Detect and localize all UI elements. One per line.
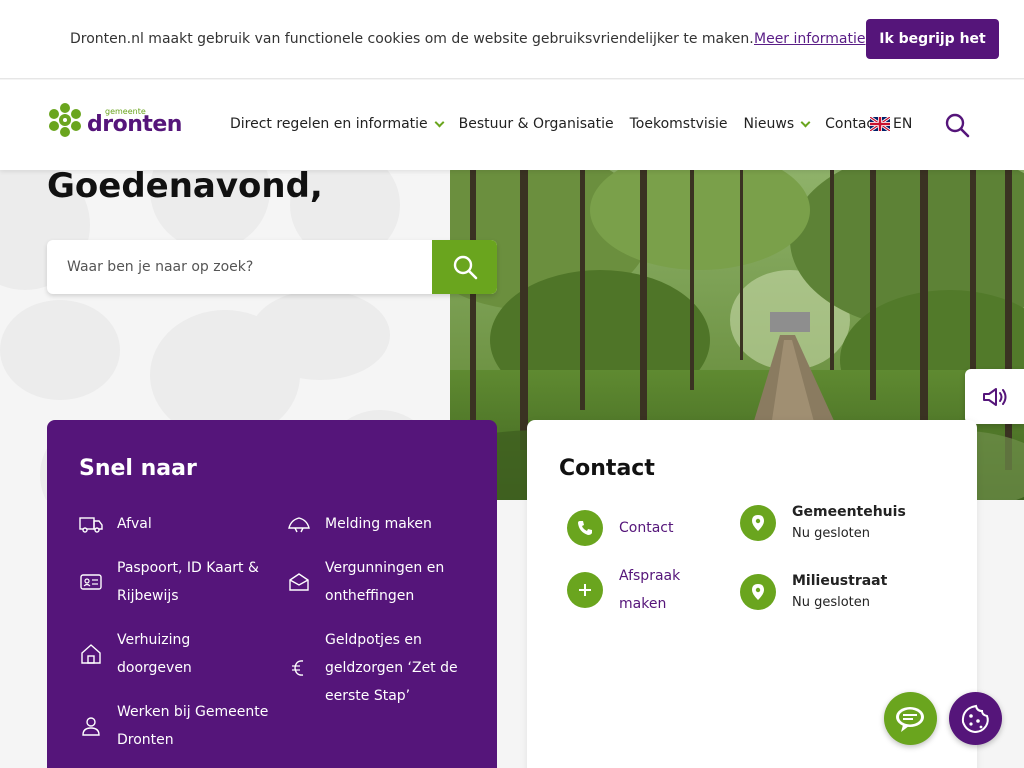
- search-icon: [453, 255, 477, 280]
- pattern-shape: [250, 290, 390, 380]
- quick-link-label: Geldpotjes en geldzorgen ‘Zet de eerste …: [325, 632, 458, 704]
- uk-flag-icon: [870, 117, 890, 131]
- speaker-icon: [982, 387, 1006, 406]
- cookie-icon: [961, 704, 989, 733]
- quick-link-label: Verhuizing doorgeven: [117, 632, 192, 676]
- nav-label: Toekomstvisie: [629, 116, 728, 132]
- location-pin-icon: [740, 573, 776, 610]
- chevron-down-icon: [800, 117, 811, 127]
- nav-toekomstvisie[interactable]: Toekomstvisie: [630, 116, 728, 132]
- snel-naar-title: Snel naar: [79, 456, 197, 481]
- location-name: Gemeentehuis: [792, 504, 906, 520]
- envelope-open-icon: [289, 573, 309, 591]
- dronten-logo[interactable]: gemeente dronten: [47, 100, 182, 140]
- contact-link[interactable]: Contact: [567, 510, 673, 546]
- read-aloud-button[interactable]: [965, 369, 1024, 424]
- site-header: gemeente dronten Direct regelen en infor…: [0, 80, 1024, 170]
- location-gemeentehuis[interactable]: Gemeentehuis Nu gesloten: [740, 504, 906, 541]
- quick-link-label: Afval: [117, 516, 152, 532]
- cookie-settings-button[interactable]: [949, 692, 1002, 745]
- location-name: Milieustraat: [792, 573, 888, 589]
- nav-label: Direct regelen en informatie: [230, 116, 428, 132]
- cookie-message: Dronten.nl maakt gebruik van functionele…: [70, 31, 754, 47]
- nav-nieuws[interactable]: Nieuws: [743, 116, 811, 132]
- appointment-link[interactable]: Afspraak maken: [567, 562, 717, 618]
- quick-link-verhuizing[interactable]: Verhuizing doorgeven: [79, 626, 229, 682]
- pattern-shape: [0, 300, 120, 400]
- chevron-down-icon: [434, 117, 445, 127]
- location-pin-icon: [740, 504, 776, 541]
- person-icon: [82, 717, 100, 736]
- quick-link-label: Vergunningen en ontheffingen: [325, 560, 445, 604]
- cookie-accept-button[interactable]: Ik begrijp het: [866, 19, 999, 59]
- nav-direct-regelen[interactable]: Direct regelen en informatie: [230, 116, 445, 132]
- snel-naar-panel: Snel naar Afval Melding maken Paspoort, …: [47, 420, 497, 768]
- phone-icon: [567, 510, 603, 546]
- contact-title: Contact: [559, 456, 655, 481]
- greeting-heading: Goedenavond,: [47, 166, 323, 206]
- language-label: EN: [893, 116, 913, 132]
- quick-link-melding[interactable]: Melding maken: [287, 510, 432, 538]
- location-status: Nu gesloten: [792, 526, 871, 541]
- nav-label: Bestuur & Organisatie: [458, 116, 614, 132]
- quick-link-vergunningen[interactable]: Vergunningen en ontheffingen: [287, 554, 467, 610]
- euro-icon: [292, 660, 304, 676]
- chat-button[interactable]: [884, 692, 937, 745]
- cookie-banner: Dronten.nl maakt gebruik van functionele…: [0, 0, 1024, 79]
- location-milieustraat[interactable]: Milieustraat Nu gesloten: [740, 573, 887, 610]
- nav-label: Nieuws: [743, 116, 795, 132]
- megaphone-icon: [288, 517, 310, 533]
- hero-search: [47, 240, 497, 294]
- language-switch[interactable]: EN: [870, 116, 912, 132]
- search-icon[interactable]: [944, 112, 970, 138]
- quick-link-label: Melding maken: [325, 516, 432, 532]
- search-submit-button[interactable]: [432, 240, 497, 294]
- logo-flower-icon: [49, 103, 81, 137]
- truck-icon: [79, 517, 103, 533]
- quick-link-afval[interactable]: Afval: [79, 510, 152, 538]
- appointment-link-label: Afspraak maken: [619, 568, 681, 612]
- main-nav: Direct regelen en informatie Bestuur & O…: [230, 116, 896, 132]
- quick-link-werken-bij[interactable]: Werken bij Gemeente Dronten: [79, 698, 269, 754]
- contact-link-label: Contact: [619, 520, 674, 536]
- quick-link-label: Paspoort, ID Kaart & Rijbewijs: [117, 560, 259, 604]
- quick-link-label: Werken bij Gemeente Dronten: [117, 704, 269, 748]
- cookie-more-info-link[interactable]: Meer informatie: [754, 31, 866, 47]
- search-input[interactable]: [47, 240, 432, 294]
- house-icon: [81, 644, 101, 664]
- plus-icon: [567, 572, 603, 608]
- location-status: Nu gesloten: [792, 595, 871, 610]
- chat-bubbles-icon: [895, 706, 924, 732]
- nav-bestuur[interactable]: Bestuur & Organisatie: [459, 116, 614, 132]
- logo-dronten-text: dronten: [87, 112, 182, 137]
- quick-link-paspoort[interactable]: Paspoort, ID Kaart & Rijbewijs: [79, 554, 269, 610]
- quick-link-geldpotjes[interactable]: Geldpotjes en geldzorgen ‘Zet de eerste …: [287, 626, 467, 710]
- id-card-icon: [80, 574, 102, 590]
